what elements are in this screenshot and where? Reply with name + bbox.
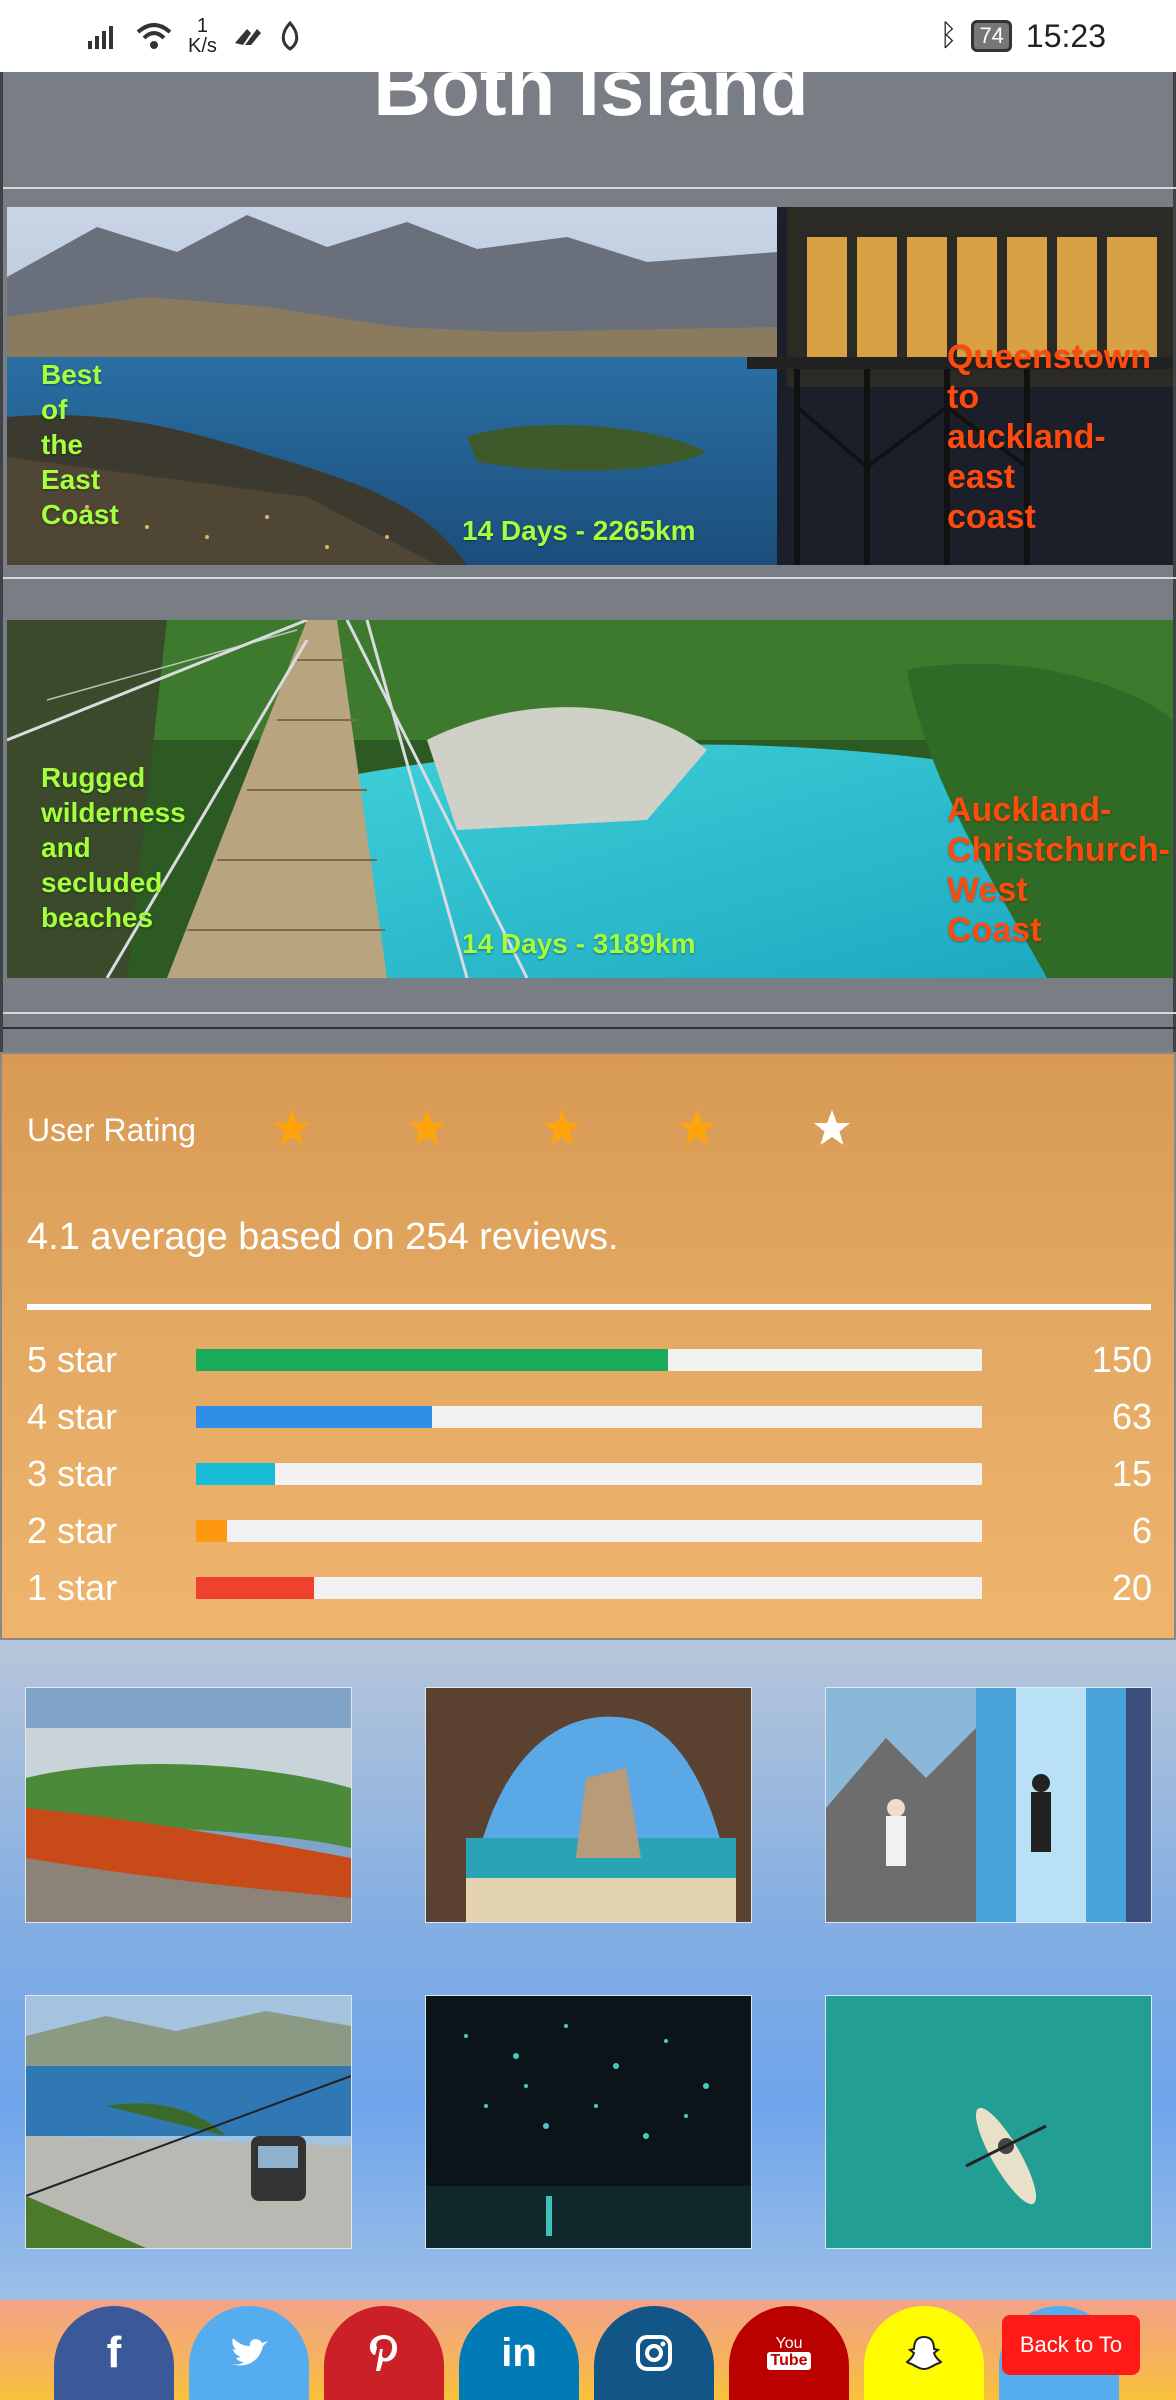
rating-row: 3 star 15 <box>2 1453 1176 1503</box>
rating-row: 1 star 20 <box>2 1567 1176 1617</box>
divider <box>3 577 1176 579</box>
rating-row-count: 20 <box>1111 1567 1152 1608</box>
rating-row: 2 star 6 <box>2 1510 1176 1560</box>
back-to-top-button[interactable]: Back to To <box>1002 2315 1140 2375</box>
rating-row-count: 15 <box>1111 1453 1152 1494</box>
tour-card-1[interactable]: Best of the East Coast 14 Days - 2265km … <box>7 207 1173 565</box>
star-icon <box>679 1110 715 1145</box>
rating-row-label: 3 star <box>27 1453 118 1494</box>
divider <box>3 1012 1176 1014</box>
rating-row: 5 star 150 <box>2 1339 1176 1389</box>
rating-bar-track <box>196 1349 982 1371</box>
rating-bar-track <box>196 1520 982 1542</box>
rating-bar-track <box>196 1577 982 1599</box>
rating-bar-track <box>196 1463 982 1485</box>
divider <box>3 187 1176 189</box>
thumbnail-kayak[interactable] <box>825 1995 1152 2249</box>
rating-row-count: 6 <box>1131 1510 1152 1551</box>
thumbnail-glowworm-cave[interactable] <box>425 1995 752 2249</box>
twitter-icon[interactable] <box>189 2306 309 2400</box>
user-rating-panel: User Rating 4.1 average based on 254 rev… <box>0 1052 1176 1640</box>
thumbnail-geothermal-pool[interactable] <box>25 1687 352 1923</box>
divider <box>3 1027 1176 1029</box>
instagram-icon[interactable] <box>594 2306 714 2400</box>
facebook-icon[interactable]: f <box>54 2306 174 2400</box>
rating-bar-track <box>196 1406 982 1428</box>
star-icon <box>274 1110 310 1145</box>
social-bar: f in You Tube Back to To <box>0 2300 1176 2400</box>
tour-card-2[interactable]: Rugged wilderness and secluded beaches 1… <box>7 620 1173 978</box>
rating-bar-fill <box>196 1406 432 1428</box>
thumbnail-gondola[interactable] <box>25 1995 352 2249</box>
section-title: Both Island <box>373 43 809 132</box>
tour-duration: 14 Days - 2265km <box>462 515 696 546</box>
pinterest-icon[interactable] <box>324 2306 444 2400</box>
photo-gallery <box>0 1640 1176 2300</box>
thumbnail-cathedral-cove[interactable] <box>425 1687 752 1923</box>
rating-row-label: 1 star <box>27 1567 118 1608</box>
snapchat-icon[interactable] <box>864 2306 984 2400</box>
linkedin-icon[interactable]: in <box>459 2306 579 2400</box>
rating-row-count: 63 <box>1111 1396 1152 1437</box>
star-icon <box>409 1110 445 1145</box>
tour-route: Queenstown to auckland- east coast <box>947 338 1152 536</box>
tour-tagline: Rugged wilderness and secluded beaches <box>41 762 186 933</box>
rating-bar-fill <box>196 1463 275 1485</box>
tour-tagline: Best of the East Coast <box>41 359 119 530</box>
star-icon <box>814 1110 850 1145</box>
rating-bar-fill <box>196 1349 668 1371</box>
rating-bar-fill <box>196 1577 314 1599</box>
tour-duration: 14 Days - 3189km <box>462 928 696 959</box>
rating-divider <box>27 1304 1151 1310</box>
youtube-icon[interactable]: You Tube <box>729 2306 849 2400</box>
thumbnail-ice-cave[interactable] <box>825 1687 1152 1923</box>
tour-route: Auckland- Christchurch- West Coast <box>947 791 1170 949</box>
rating-average: 4.1 average based on 254 reviews. <box>27 1216 619 1258</box>
star-icon <box>544 1110 580 1145</box>
rating-row-count: 150 <box>1091 1339 1152 1380</box>
rating-label: User Rating <box>27 1112 196 1148</box>
rating-row-label: 2 star <box>27 1510 118 1551</box>
rating-row: 4 star 63 <box>2 1396 1176 1446</box>
tours-section: Both Island Best of the East Coast 14 Da… <box>0 43 1176 1052</box>
rating-bar-fill <box>196 1520 228 1542</box>
rating-row-label: 4 star <box>27 1396 118 1437</box>
rating-row-label: 5 star <box>27 1339 118 1380</box>
